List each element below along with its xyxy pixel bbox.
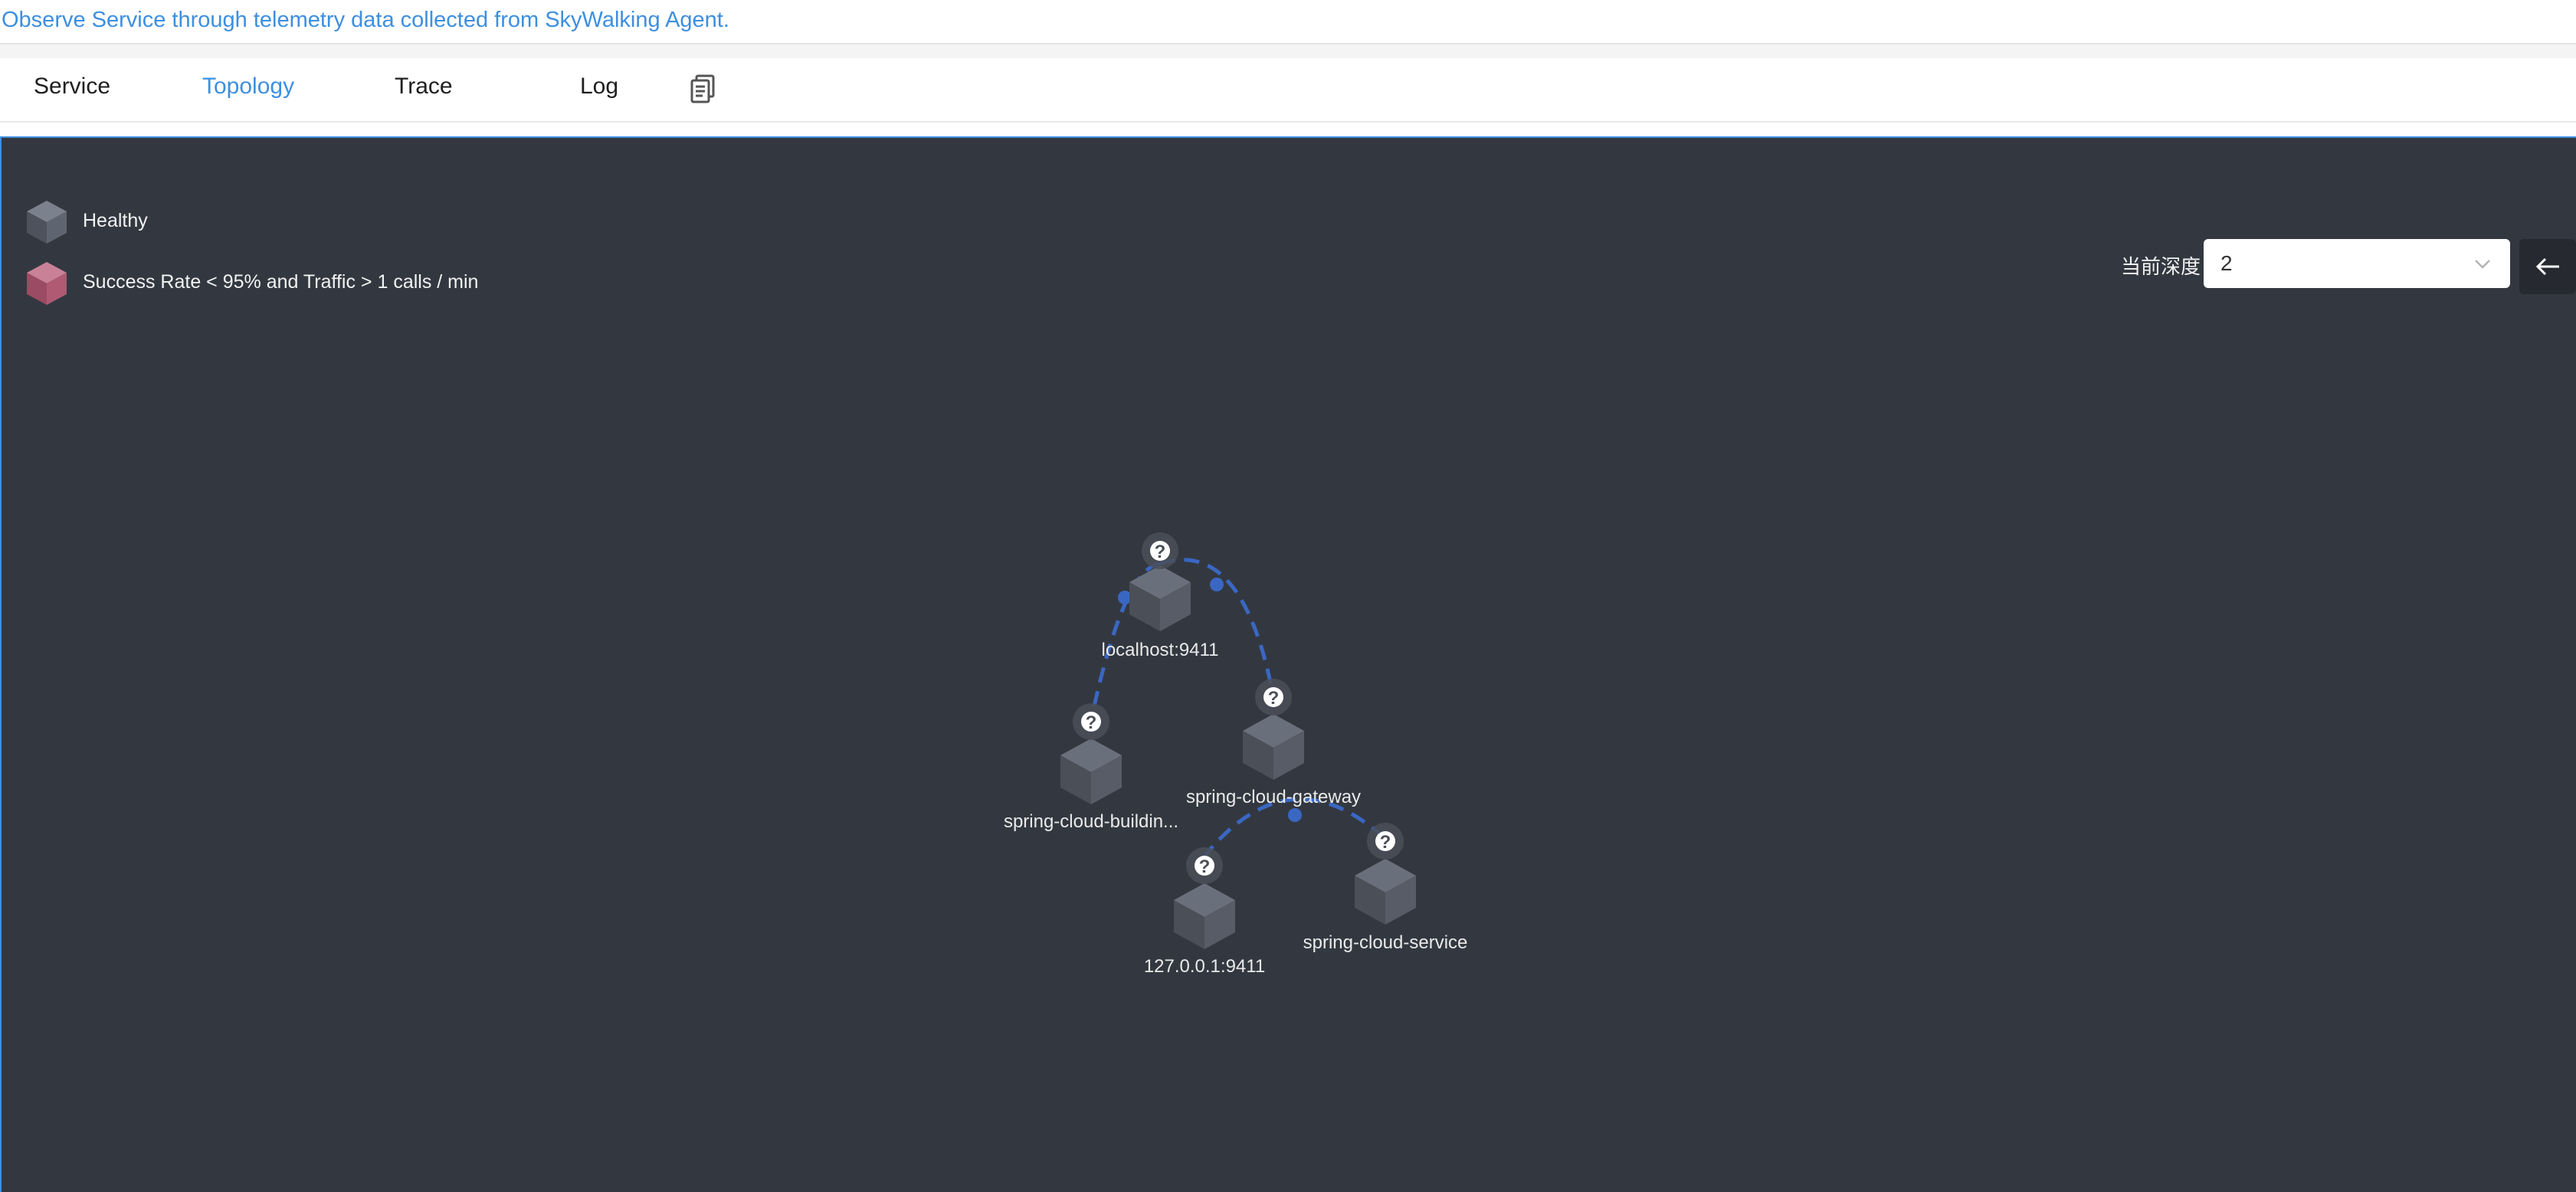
topology-canvas[interactable]: Healthy Success Rate < 95% and Traffic >… xyxy=(0,136,2576,1192)
tab-bar: Service Topology Trace Log xyxy=(0,58,2576,123)
page-description: Observe Service through telemetry data c… xyxy=(2,8,729,32)
edge-local127-service[interactable] xyxy=(1201,797,1387,860)
svg-text:localhost:9411: localhost:9411 xyxy=(1102,640,1219,660)
svg-text:?: ? xyxy=(1380,832,1391,853)
svg-text:spring-cloud-buildin...: spring-cloud-buildin... xyxy=(1004,811,1178,832)
svg-text:?: ? xyxy=(1086,712,1097,733)
node-gateway[interactable]: ? spring-cloud-gateway xyxy=(1186,679,1361,807)
tab-service[interactable]: Service xyxy=(34,74,110,100)
copy-document-icon[interactable] xyxy=(690,74,717,104)
node-local127[interactable]: ? 127.0.0.1:9411 xyxy=(1144,847,1265,977)
header-divider-strip xyxy=(0,44,2576,58)
svg-text:?: ? xyxy=(1199,856,1211,877)
node-service[interactable]: ? spring-cloud-service xyxy=(1303,823,1468,953)
svg-text:127.0.0.1:9411: 127.0.0.1:9411 xyxy=(1144,956,1265,977)
svg-text:spring-cloud-gateway: spring-cloud-gateway xyxy=(1186,787,1361,807)
tab-log[interactable]: Log xyxy=(580,74,618,100)
node-building[interactable]: ? spring-cloud-buildin... xyxy=(1004,703,1178,832)
tab-topology[interactable]: Topology xyxy=(202,74,294,100)
svg-text:spring-cloud-service: spring-cloud-service xyxy=(1303,932,1468,953)
page-header: Observe Service through telemetry data c… xyxy=(0,0,2576,44)
topology-graph[interactable]: ? localhost:9411 ? spring-cloud-buildin.… xyxy=(2,138,2576,1192)
svg-text:?: ? xyxy=(1268,688,1280,709)
tab-trace[interactable]: Trace xyxy=(395,74,453,100)
svg-text:?: ? xyxy=(1155,542,1166,562)
